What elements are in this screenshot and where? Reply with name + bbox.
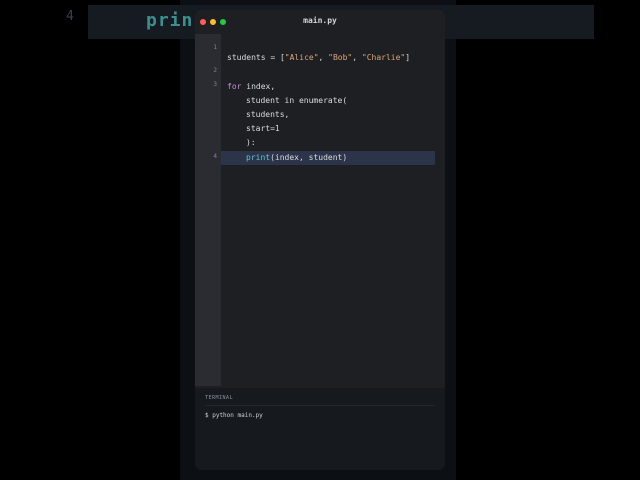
terminal-divider <box>205 405 435 406</box>
code-token: , <box>318 53 329 62</box>
code-token: students = [ <box>227 53 285 62</box>
function-token: print <box>246 153 271 162</box>
editor-window: main.py 1 2 3 4 students = ["Alice", "Bo… <box>195 10 445 470</box>
string-token: "Charlie" <box>361 53 406 62</box>
window-title: main.py <box>303 16 337 25</box>
code-line-3[interactable]: for index, <box>227 82 275 91</box>
background-line-number: 4 <box>66 9 74 24</box>
code-line-1[interactable]: students = ["Alice", "Bob", "Charlie"] <box>227 53 410 62</box>
terminal-title: TERMINAL <box>205 395 234 401</box>
line-number: 1 <box>213 44 217 51</box>
code-line-3-continuation[interactable]: start=1 <box>246 124 280 133</box>
code-token: ] <box>405 53 411 62</box>
line-number: 3 <box>213 81 217 88</box>
code-token: (index, student) <box>270 153 348 162</box>
code-token: index, <box>241 82 276 91</box>
code-line-3-continuation[interactable]: ): <box>246 138 256 147</box>
code-line-3-continuation[interactable]: student in enumerate( <box>246 96 347 105</box>
background-code-fragment: prin <box>146 10 194 31</box>
keyword-token: for <box>227 82 242 91</box>
terminal-panel[interactable]: TERMINAL $ python main.py <box>195 388 445 470</box>
string-token: "Alice" <box>284 53 319 62</box>
line-number: 2 <box>213 67 217 74</box>
code-editor[interactable]: 1 2 3 4 students = ["Alice", "Bob", "Cha… <box>195 34 445 386</box>
code-line-4[interactable]: print(index, student) <box>246 153 347 162</box>
code-token: , <box>352 53 362 62</box>
code-line-3-continuation[interactable]: students, <box>246 110 289 119</box>
line-number: 4 <box>213 153 217 160</box>
terminal-command: $ python main.py <box>205 412 263 419</box>
string-token: "Bob" <box>328 53 353 62</box>
line-number-gutter: 1 2 3 4 <box>195 34 221 386</box>
title-bar: main.py <box>195 10 445 34</box>
